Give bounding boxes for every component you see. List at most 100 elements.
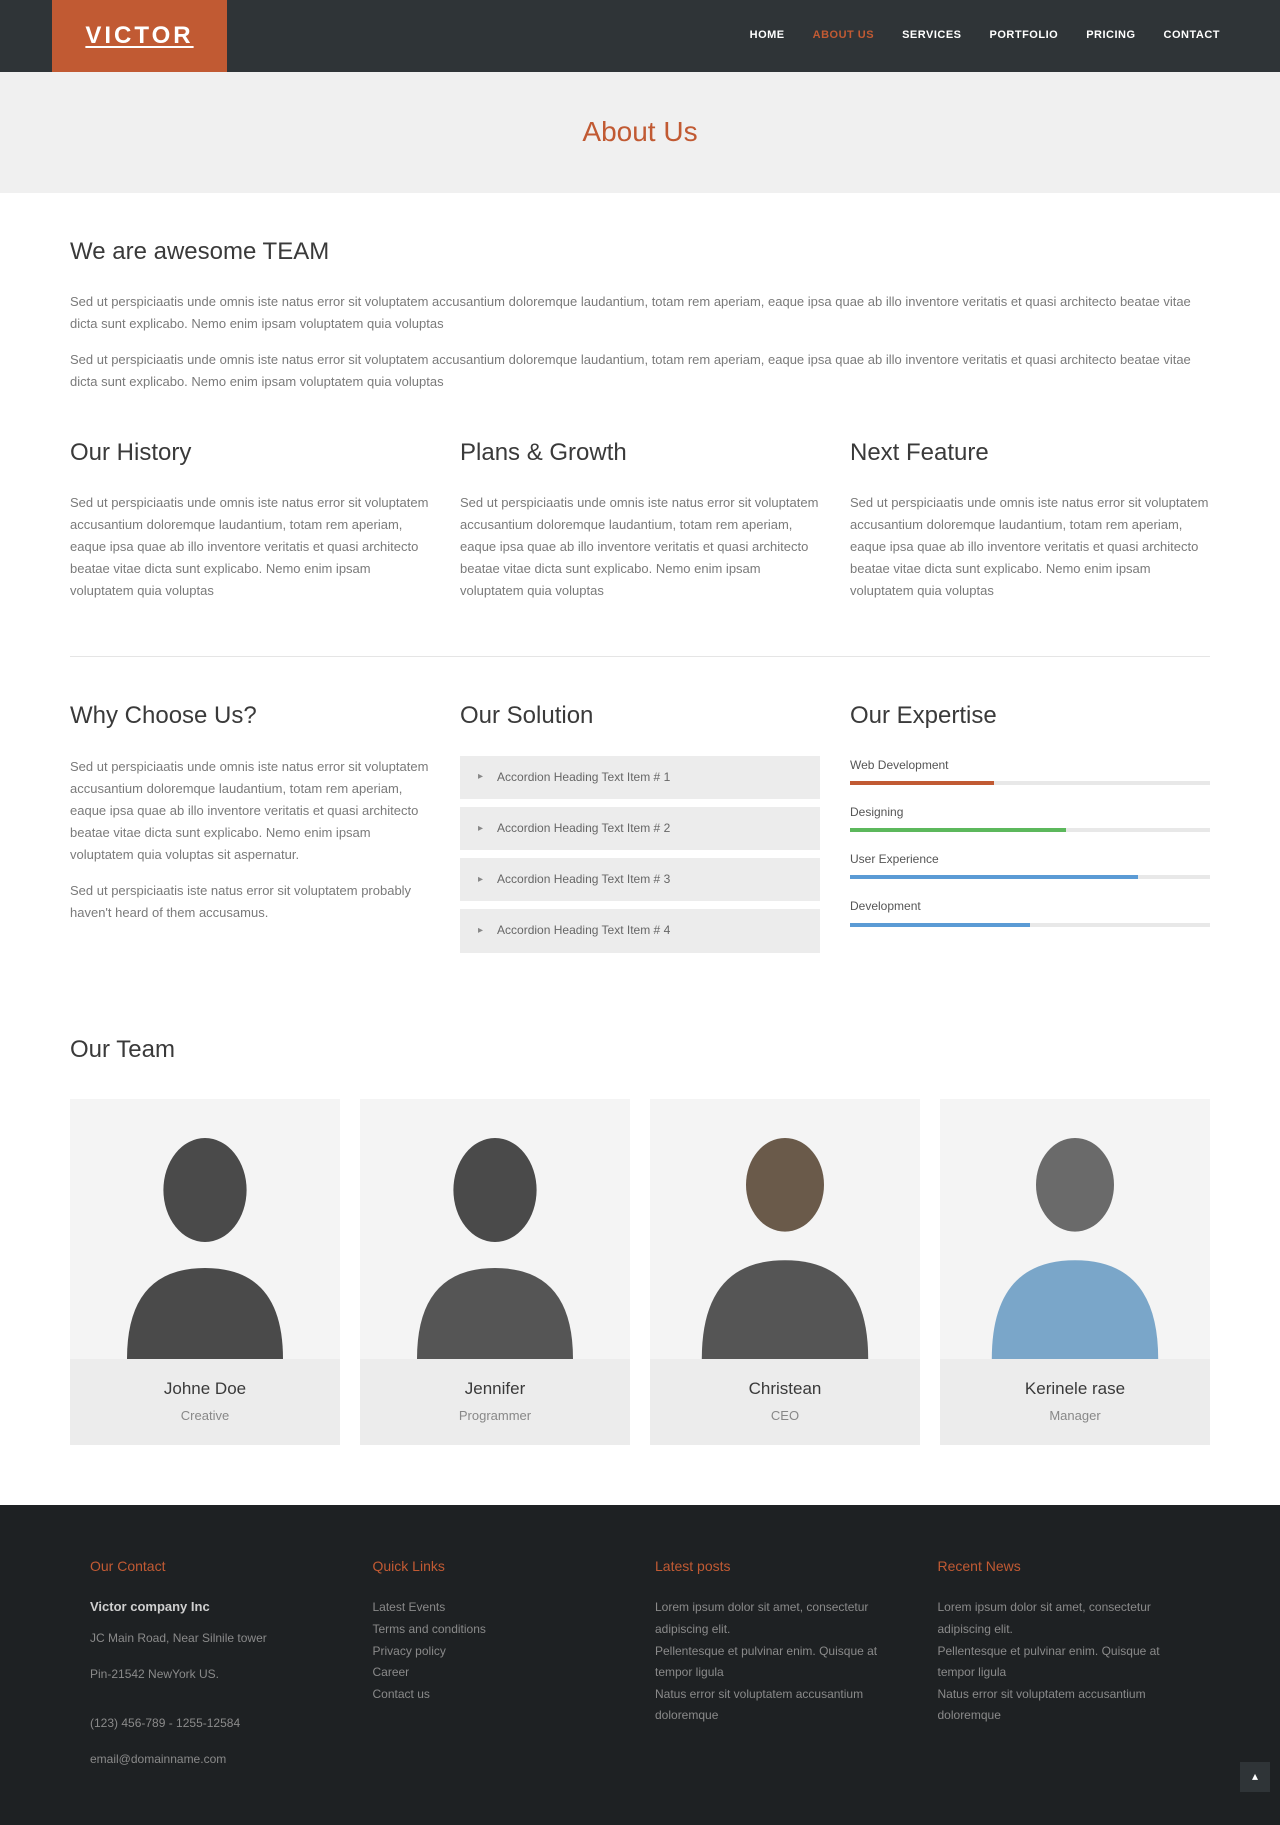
page-header: About Us bbox=[0, 72, 1280, 193]
nav-home[interactable]: HOME bbox=[750, 27, 785, 45]
accordion-label: Accordion Heading Text Item # 1 bbox=[497, 768, 670, 787]
navbar: VICTOR HOME ABOUT US SERVICES PORTFOLIO … bbox=[0, 0, 1280, 72]
team-info: Johne DoeCreative bbox=[70, 1359, 340, 1445]
footer-post[interactable]: Natus error sit voluptatem accusantium d… bbox=[655, 1684, 908, 1727]
footer-link[interactable]: Latest Events bbox=[373, 1597, 626, 1619]
team-name: Johne Doe bbox=[80, 1375, 330, 1402]
footer-news[interactable]: Natus error sit voluptatem accusantium d… bbox=[938, 1684, 1191, 1727]
nav-portfolio[interactable]: PORTFOLIO bbox=[990, 27, 1059, 45]
footer-news[interactable]: Pellentesque et pulvinar enim. Quisque a… bbox=[938, 1641, 1191, 1684]
footer-post[interactable]: Lorem ipsum dolor sit amet, consectetur … bbox=[655, 1597, 908, 1640]
footer-link[interactable]: Terms and conditions bbox=[373, 1619, 626, 1641]
why-p1: Sed ut perspiciaatis unde omnis iste nat… bbox=[70, 756, 430, 866]
team-role: Manager bbox=[950, 1406, 1200, 1427]
footer-quick-links: Quick Links Latest Events Terms and cond… bbox=[373, 1555, 626, 1785]
team-photo bbox=[940, 1099, 1210, 1359]
col-text: Sed ut perspiciaatis unde omnis iste nat… bbox=[460, 492, 820, 602]
accordion-label: Accordion Heading Text Item # 2 bbox=[497, 819, 670, 838]
skill-item: Web Development bbox=[850, 756, 1210, 785]
expertise-heading: Our Expertise bbox=[850, 697, 1210, 735]
nav-services[interactable]: SERVICES bbox=[902, 27, 961, 45]
footer-heading: Recent News bbox=[938, 1555, 1191, 1577]
team-name: Kerinele rase bbox=[950, 1375, 1200, 1402]
chevron-right-icon: ▸ bbox=[478, 821, 483, 837]
our-expertise: Our Expertise Web Development Designing Us… bbox=[850, 697, 1210, 960]
footer-link[interactable]: Privacy policy bbox=[373, 1641, 626, 1663]
skill-label: Designing bbox=[850, 803, 1210, 822]
chevron-up-icon: ▴ bbox=[1252, 1767, 1258, 1786]
footer-contact: Our Contact Victor company Inc JC Main R… bbox=[90, 1555, 343, 1785]
team-card: Kerinele rase Manager bbox=[940, 1099, 1210, 1445]
columns-row: Our History Sed ut perspiciaatis unde om… bbox=[70, 434, 1210, 658]
scroll-top-button[interactable]: ▴ bbox=[1240, 1762, 1270, 1792]
intro-heading: We are awesome TEAM bbox=[70, 233, 1210, 271]
accordion-item[interactable]: ▸ Accordion Heading Text Item # 4 bbox=[460, 909, 820, 952]
footer-company: Victor company Inc bbox=[90, 1597, 343, 1618]
team-name: Christean bbox=[660, 1375, 910, 1402]
team-name: Jennifer bbox=[370, 1375, 620, 1402]
col-history: Our History Sed ut perspiciaatis unde om… bbox=[70, 434, 430, 617]
skill-label: Development bbox=[850, 897, 1210, 916]
team-info: Kerinele rase Manager bbox=[940, 1359, 1210, 1445]
team-role: Programmer bbox=[370, 1406, 620, 1427]
col-text: Sed ut perspiciaatis unde omnis iste nat… bbox=[70, 492, 430, 602]
accordion-item[interactable]: ▸Accordion Heading Text Item # 3 bbox=[460, 858, 820, 901]
intro-section: We are awesome TEAM Sed ut perspiciaatis… bbox=[70, 193, 1210, 1001]
skill-bar bbox=[850, 923, 1210, 927]
intro-p1: Sed ut perspiciaatis unde omnis iste nat… bbox=[70, 291, 1210, 335]
team-photo bbox=[360, 1099, 630, 1359]
footer-addr1: JC Main Road, Near Silnile tower bbox=[90, 1628, 343, 1650]
footer-recent-news: Recent News Lorem ipsum dolor sit amet, … bbox=[938, 1555, 1191, 1785]
col-heading: Plans & Growth bbox=[460, 434, 820, 472]
chevron-right-icon: ▸ bbox=[478, 769, 483, 785]
col-text: Sed ut perspiciaatis unde omnis iste nat… bbox=[850, 492, 1210, 602]
nav-contact[interactable]: CONTACT bbox=[1164, 27, 1220, 45]
footer-addr2: Pin-21542 NewYork US. bbox=[90, 1664, 343, 1686]
skill-label: Web Development bbox=[850, 756, 1210, 775]
footer-link[interactable]: Contact us bbox=[373, 1684, 626, 1706]
skill-label: User Experience bbox=[850, 850, 1210, 869]
solution-heading: Our Solution bbox=[460, 697, 820, 735]
skill-bar bbox=[850, 875, 1210, 879]
footer-heading: Latest posts bbox=[655, 1555, 908, 1577]
team-info: Christean CEO bbox=[650, 1359, 920, 1445]
col-heading: Next Feature bbox=[850, 434, 1210, 472]
accordion-item[interactable]: ▸ Accordion Heading Text Item # 2 bbox=[460, 807, 820, 850]
skill-fill bbox=[850, 923, 1030, 927]
team-grid: Johne DoeCreative Jennifer Programmer Chr… bbox=[70, 1099, 1210, 1445]
logo-text: VICTOR bbox=[85, 17, 193, 55]
skill-bar bbox=[850, 781, 1210, 785]
team-card: Christean CEO bbox=[650, 1099, 920, 1445]
accordion-label: Accordion Heading Text Item # 4 bbox=[497, 921, 670, 940]
skill-fill bbox=[850, 828, 1066, 832]
footer-post[interactable]: Pellentesque et pulvinar enim. Quisque a… bbox=[655, 1641, 908, 1684]
nav-pricing[interactable]: PRICING bbox=[1086, 27, 1135, 45]
footer: Our Contact Victor company Inc JC Main R… bbox=[0, 1505, 1280, 1825]
nav-about[interactable]: ABOUT US bbox=[813, 27, 874, 45]
second-row: Why Choose Us? Sed ut perspiciaatis unde… bbox=[70, 697, 1210, 960]
page-title: About Us bbox=[0, 110, 1280, 155]
why-p2: Sed ut perspiciaatis iste natus error si… bbox=[70, 880, 430, 924]
skill-item: Development bbox=[850, 897, 1210, 926]
why-choose: Why Choose Us? Sed ut perspiciaatis unde… bbox=[70, 697, 430, 960]
footer-news[interactable]: Lorem ipsum dolor sit amet, consectetur … bbox=[938, 1597, 1191, 1640]
our-solution: Our Solution ▸Accordion Heading Text Ite… bbox=[460, 697, 820, 960]
why-heading: Why Choose Us? bbox=[70, 697, 430, 735]
skill-fill bbox=[850, 781, 994, 785]
logo[interactable]: VICTOR bbox=[52, 0, 227, 72]
accordion-label: Accordion Heading Text Item # 3 bbox=[497, 870, 670, 889]
footer-link[interactable]: Career bbox=[373, 1662, 626, 1684]
team-role: CEO bbox=[660, 1406, 910, 1427]
chevron-right-icon: ▸ bbox=[478, 923, 483, 939]
footer-heading: Quick Links bbox=[373, 1555, 626, 1577]
col-next: Next Feature Sed ut perspiciaatis unde o… bbox=[850, 434, 1210, 617]
team-card: Johne DoeCreative bbox=[70, 1099, 340, 1445]
team-section: Our Team Johne DoeCreative JenniferProgr… bbox=[70, 1001, 1210, 1505]
team-card: Jennifer Programmer bbox=[360, 1099, 630, 1445]
intro-p2: Sed ut perspiciaatis unde omnis iste nat… bbox=[70, 349, 1210, 393]
skill-item: Designing bbox=[850, 803, 1210, 832]
accordion-item[interactable]: ▸ Accordion Heading Text Item # 1 bbox=[460, 756, 820, 799]
col-heading: Our History bbox=[70, 434, 430, 472]
footer-heading: Our Contact bbox=[90, 1555, 343, 1577]
skill-fill bbox=[850, 875, 1138, 879]
